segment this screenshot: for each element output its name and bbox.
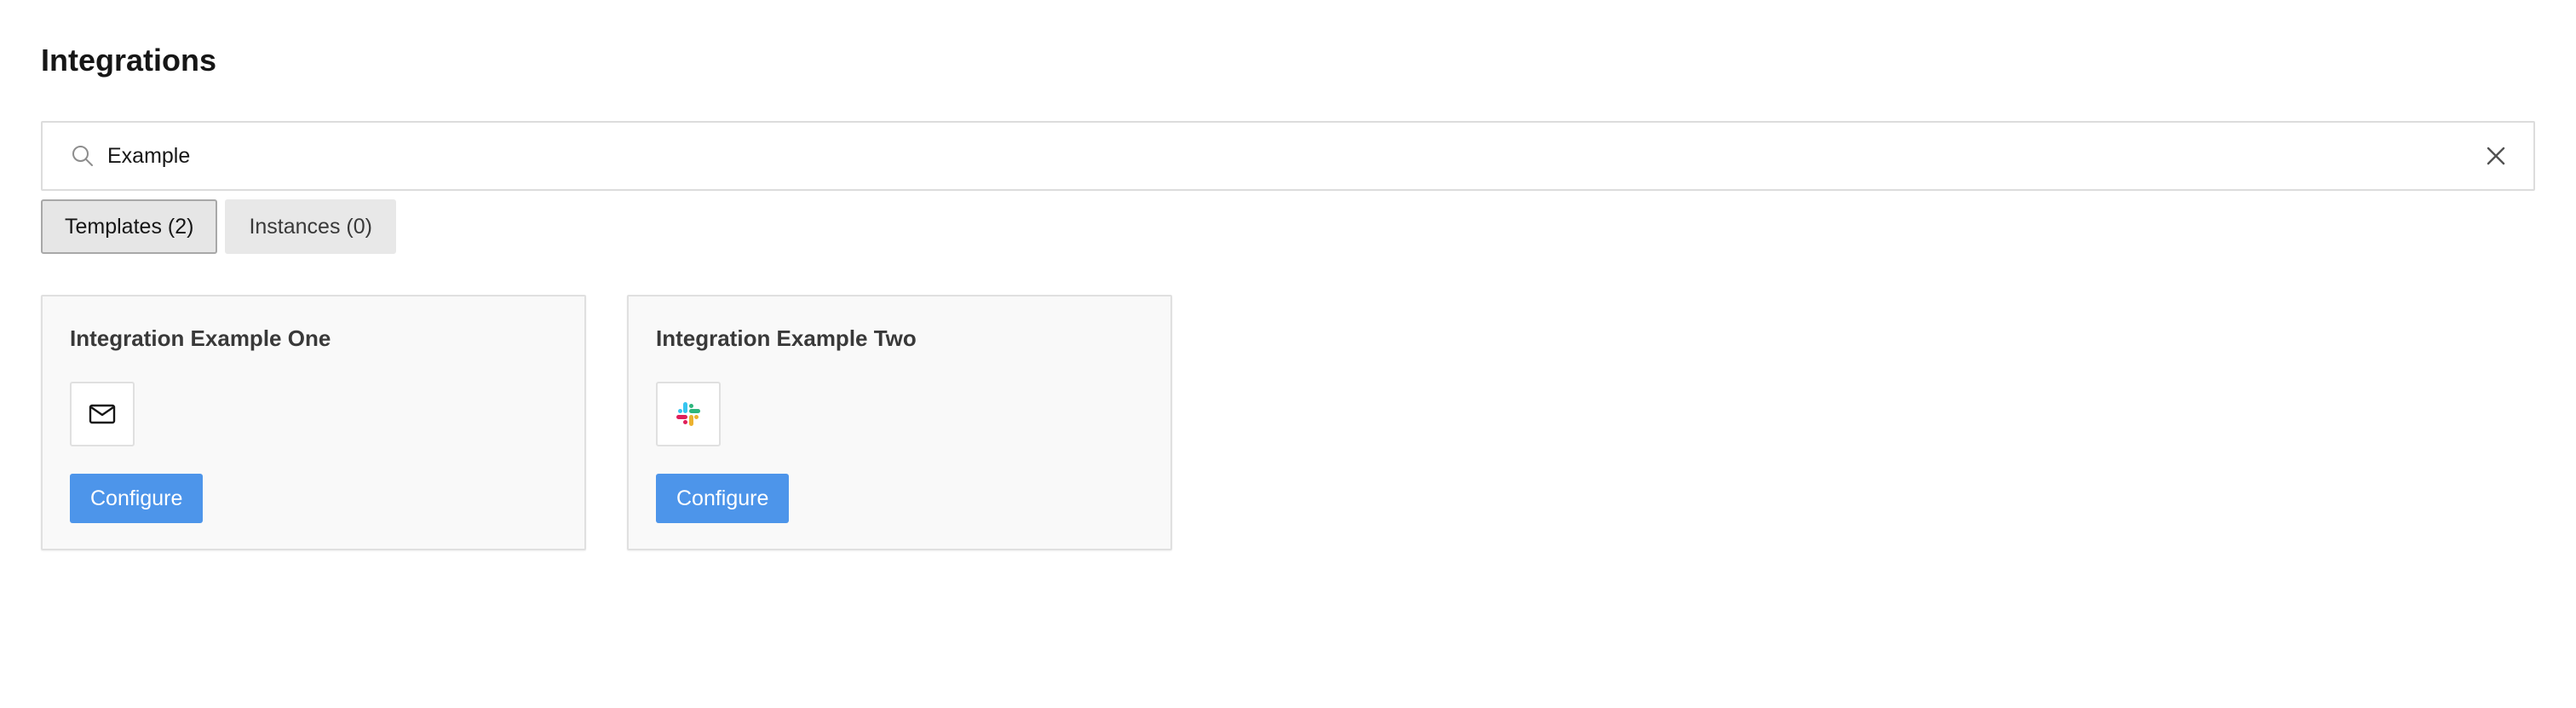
card-icon-tile [70, 382, 135, 446]
mail-icon [89, 404, 116, 424]
page-title: Integrations [41, 43, 217, 78]
card-title: Integration Example One [70, 325, 331, 351]
card-icon-tile [656, 382, 721, 446]
tab-instances[interactable]: Instances (0) [225, 199, 396, 254]
search-icon [72, 146, 93, 166]
configure-button[interactable]: Configure [70, 474, 204, 523]
integrations-page: Integrations Templates (2) Instances (0)… [0, 0, 2576, 708]
integration-card: Integration Example One Configure [41, 295, 586, 550]
close-icon[interactable] [2484, 144, 2508, 168]
slack-icon [676, 402, 700, 426]
configure-button[interactable]: Configure [656, 474, 790, 523]
tab-templates[interactable]: Templates (2) [41, 199, 218, 254]
tab-list: Templates (2) Instances (0) [41, 199, 396, 254]
search-bar[interactable] [41, 121, 2535, 191]
integration-card: Integration Example Two Configure [627, 295, 1172, 550]
card-title: Integration Example Two [656, 325, 917, 351]
search-input[interactable] [107, 124, 2458, 187]
